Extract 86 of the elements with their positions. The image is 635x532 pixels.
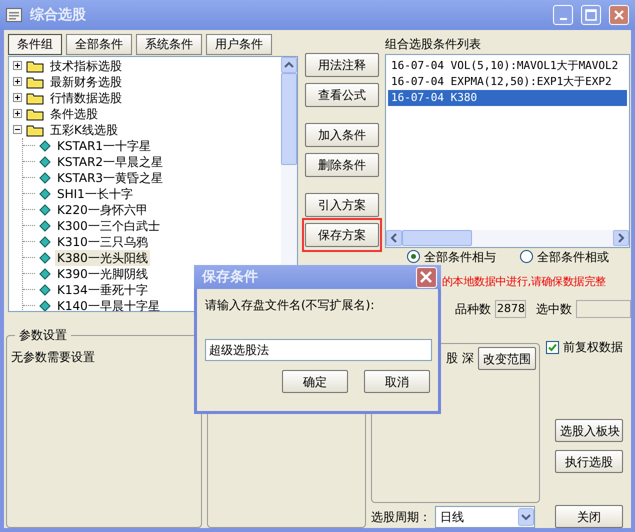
tree-item[interactable]: KSTAR2一早晨之星 <box>55 154 166 170</box>
scrollbar-thumb[interactable] <box>281 72 297 165</box>
condition-item[interactable]: 16-07-04 VOL(5,10):MAVOL1大于MAVOL2 <box>388 58 627 74</box>
period-select[interactable]: 日线 <box>435 506 535 528</box>
gem-icon <box>39 188 51 200</box>
gem-icon <box>39 300 51 311</box>
expand-toggle[interactable] <box>13 109 22 118</box>
checkbox-label[interactable]: 前复权数据 <box>563 339 623 355</box>
count-field: 2878 <box>495 300 526 318</box>
app-icon <box>6 8 22 22</box>
close-button[interactable] <box>609 4 629 25</box>
expand-toggle[interactable] <box>13 61 22 70</box>
gem-icon <box>39 284 51 296</box>
scrollbar-thumb[interactable] <box>402 230 472 246</box>
folder-icon <box>26 74 44 89</box>
tree-item[interactable]: KSTAR1一十字星 <box>55 138 154 154</box>
tree-item[interactable]: 行情数据选股 <box>48 90 124 106</box>
tree-item[interactable]: 最新财务选股 <box>48 74 124 90</box>
radio-label[interactable]: 全部条件相与 <box>424 248 496 265</box>
expand-toggle[interactable] <box>13 125 22 134</box>
side-button[interactable]: 删除条件 <box>305 152 379 177</box>
folder-icon <box>26 122 44 137</box>
period-label: 选股周期： <box>371 508 431 524</box>
gem-icon <box>39 268 51 280</box>
gem-icon <box>39 204 51 216</box>
scroll-up-button[interactable] <box>281 56 297 73</box>
radio-button[interactable] <box>407 250 420 264</box>
condition-item[interactable]: 16-07-04 K380 <box>388 90 627 106</box>
tree-item[interactable]: 条件选股 <box>48 106 100 122</box>
gem-icon <box>39 172 51 184</box>
folder-icon <box>26 58 44 73</box>
prompt-text: 请输入存盘文件名(不写扩展名): <box>205 297 376 313</box>
action-button[interactable]: 关闭 <box>555 505 623 528</box>
dialog-title: 保存条件 <box>202 269 258 285</box>
expand-toggle[interactable] <box>13 93 22 102</box>
tab[interactable]: 条件组 <box>8 34 62 55</box>
picked-field <box>576 300 631 318</box>
list-title: 组合选股条件列表 <box>385 36 482 52</box>
tab[interactable]: 全部条件 <box>66 34 132 55</box>
tree-item[interactable]: K390一光脚阴线 <box>55 266 150 282</box>
radio-label[interactable]: 全部条件相或 <box>537 248 609 265</box>
tab[interactable]: 用户条件 <box>206 34 272 55</box>
tree-item[interactable]: K380一光头阳线 <box>55 250 150 266</box>
radio-button[interactable] <box>520 250 533 264</box>
tree-item[interactable]: KSTAR3一黄昏之星 <box>55 170 166 186</box>
action-button[interactable]: 执行选股 <box>555 450 623 473</box>
picked-label: 选中数 <box>536 300 572 317</box>
side-button[interactable]: 保存方案 <box>305 222 379 247</box>
dialog-button[interactable]: 取消 <box>364 370 430 393</box>
tree-item[interactable]: K310一三只乌鸦 <box>55 234 150 250</box>
market-text: 股 深 <box>446 350 474 366</box>
tab[interactable]: 系统条件 <box>136 34 202 55</box>
tree-item[interactable]: 技术指标选股 <box>48 58 124 74</box>
side-button[interactable]: 加入条件 <box>305 122 379 147</box>
tree-item[interactable]: K134一垂死十字 <box>55 282 150 298</box>
scroll-left-button[interactable] <box>386 230 402 246</box>
params-text: 无参数需要设置 <box>11 349 96 365</box>
checkbox[interactable] <box>546 340 559 354</box>
side-button[interactable]: 用法注释 <box>305 52 379 77</box>
warning-text: 的本地数据中进行,请确保数据完整 <box>442 274 606 290</box>
side-button[interactable]: 查看公式 <box>305 82 379 107</box>
minimize-icon <box>560 18 566 20</box>
folder-icon <box>26 106 44 121</box>
horizontal-scrollbar[interactable] <box>386 230 629 247</box>
change-range-button[interactable]: 改变范围 <box>478 347 536 370</box>
tree-item[interactable]: SHI1一长十字 <box>55 186 135 202</box>
folder-icon <box>26 90 44 105</box>
panel-title: 参数设置 <box>15 327 71 343</box>
gem-icon <box>39 140 51 152</box>
tree-item[interactable]: K300一三个白武士 <box>55 218 162 234</box>
tree-item[interactable]: 五彩K线选股 <box>48 122 120 138</box>
dialog-button[interactable]: 确定 <box>282 370 348 393</box>
count-label: 品种数 <box>455 300 491 317</box>
gem-icon <box>39 252 51 264</box>
gem-icon <box>39 156 51 168</box>
gem-icon <box>39 220 51 232</box>
scroll-right-button[interactable] <box>613 230 629 246</box>
side-button[interactable]: 引入方案 <box>305 192 379 217</box>
window-title: 综合选股 <box>30 6 87 23</box>
gem-icon <box>39 236 51 248</box>
tree-item[interactable]: K220一身怀六甲 <box>55 202 150 218</box>
action-button[interactable]: 选股入板块 <box>555 419 623 442</box>
condition-item[interactable]: 16-07-04 EXPMA(12,50):EXP1大于EXP2 <box>388 74 627 90</box>
expand-toggle[interactable] <box>13 77 22 86</box>
filename-field[interactable]: 超级选股法 <box>205 339 432 361</box>
close-button[interactable] <box>416 266 437 288</box>
